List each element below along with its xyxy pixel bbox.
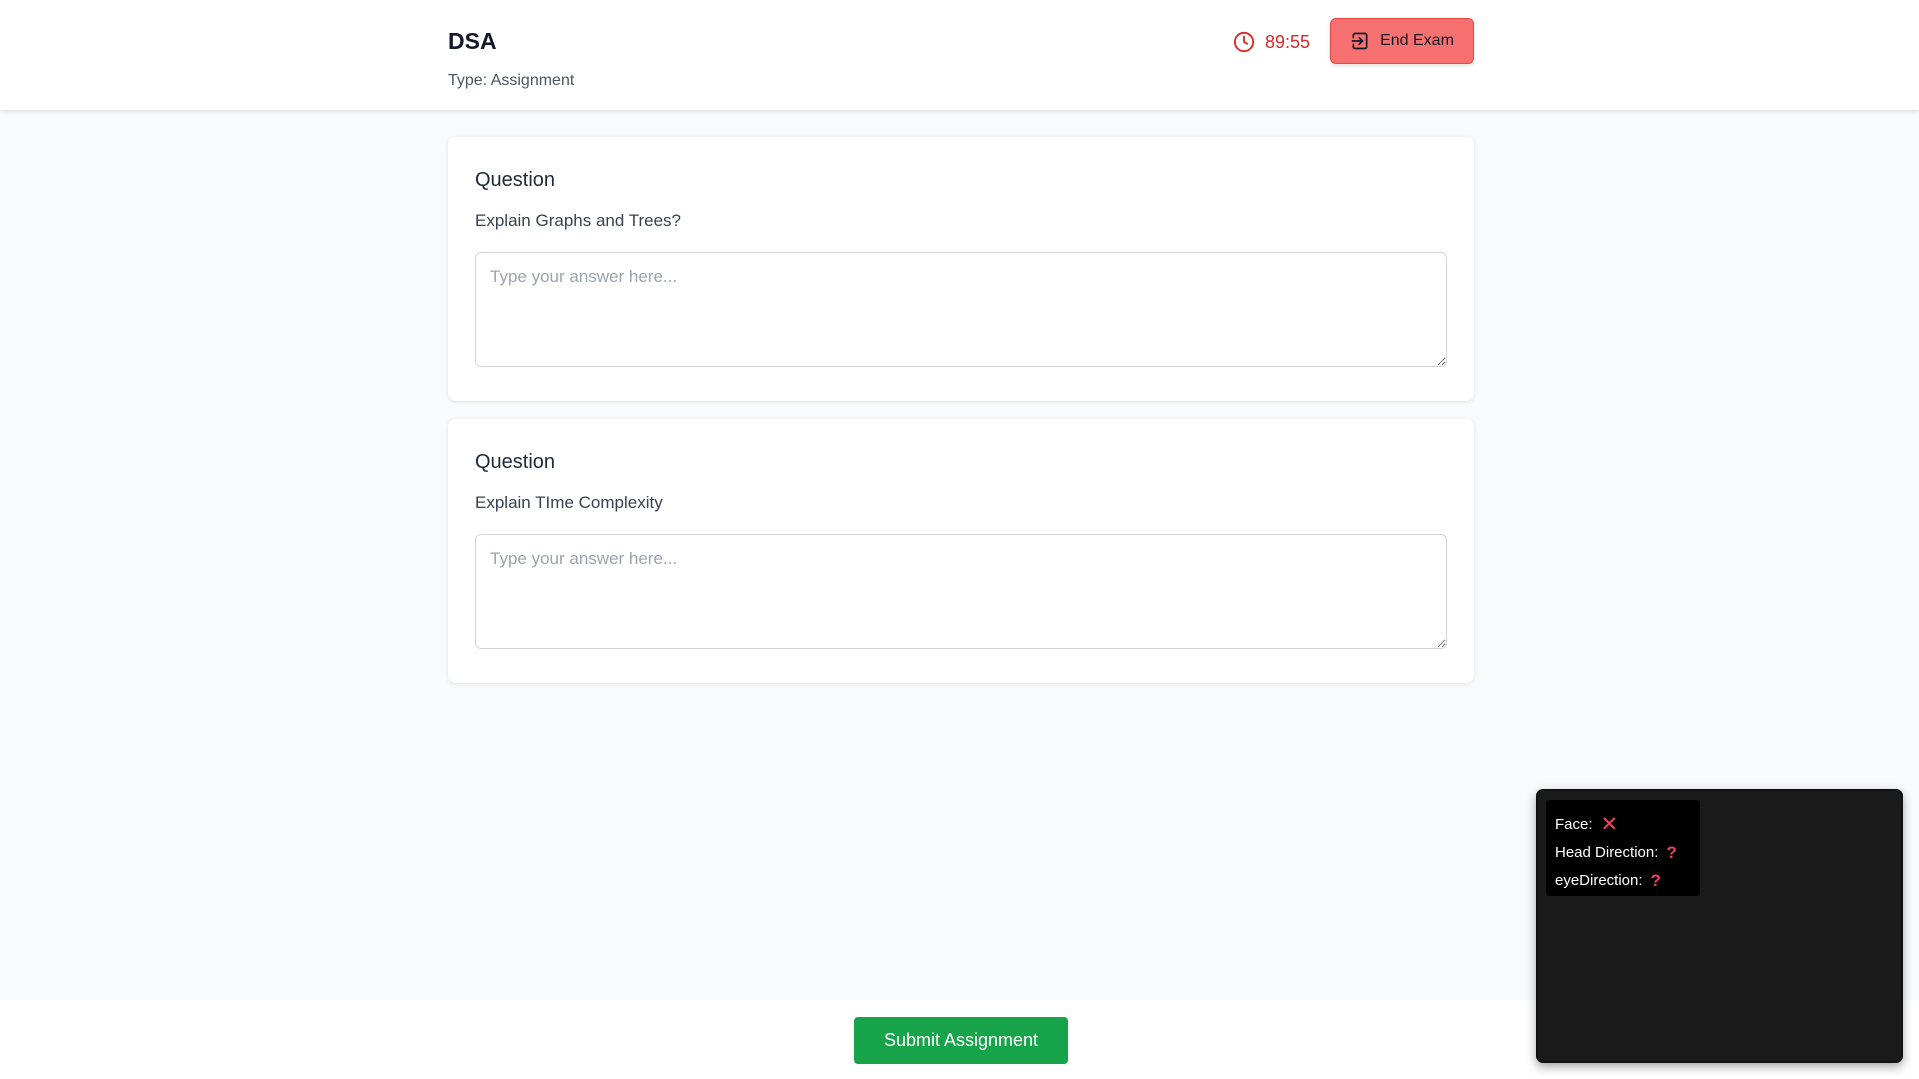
- proctoring-camera-panel: Face: ✕ Head Direction: ? eyeDirection: …: [1536, 789, 1903, 1063]
- proctoring-status-box: Face: ✕ Head Direction: ? eyeDirection: …: [1546, 800, 1700, 896]
- end-exam-button[interactable]: End Exam: [1330, 18, 1474, 64]
- question-mark-icon: ?: [1666, 842, 1677, 862]
- question-heading: Question: [475, 169, 556, 191]
- answer-textarea[interactable]: [475, 534, 1447, 649]
- clock-icon: [1233, 31, 1255, 53]
- head-direction-label: Head Direction:: [1555, 843, 1659, 861]
- exam-timer: 89:55: [1233, 30, 1310, 54]
- exam-title: DSA: [448, 28, 497, 54]
- head-direction-row: Head Direction: ?: [1555, 838, 1700, 866]
- question-card: Question Explain TIme Complexity: [448, 419, 1474, 683]
- eye-direction-label: eyeDirection:: [1555, 871, 1643, 889]
- face-status-row: Face: ✕: [1555, 810, 1700, 838]
- question-text: Explain Graphs and Trees?: [475, 211, 682, 230]
- exam-header: DSA Type: Assignment 89:55 End Exam: [0, 0, 1919, 110]
- question-heading: Question: [475, 451, 556, 473]
- exit-icon: [1350, 31, 1370, 51]
- answer-textarea[interactable]: [475, 252, 1447, 367]
- end-exam-label: End Exam: [1380, 32, 1454, 49]
- question-mark-icon: ?: [1650, 870, 1661, 890]
- cross-icon: ✕: [1600, 812, 1619, 836]
- face-status-label: Face:: [1555, 815, 1593, 833]
- question-text: Explain TIme Complexity: [475, 493, 663, 512]
- exam-type-label: Type: Assignment: [448, 72, 575, 89]
- question-card: Question Explain Graphs and Trees?: [448, 137, 1474, 401]
- eye-direction-row: eyeDirection: ?: [1555, 866, 1700, 894]
- submit-assignment-button[interactable]: Submit Assignment: [854, 1017, 1068, 1064]
- timer-value: 89:55: [1265, 31, 1311, 52]
